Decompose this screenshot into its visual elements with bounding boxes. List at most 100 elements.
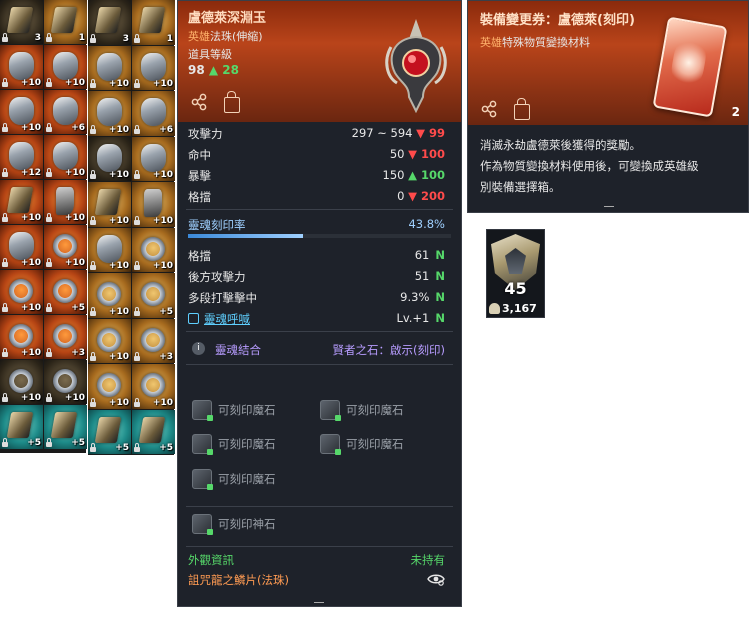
inventory-slot[interactable]: +5: [88, 409, 131, 454]
inventory-slot[interactable]: +10: [0, 225, 43, 269]
inventory-grid-right: 3 1 +10 +10 +10 +6 +10 +10 +10 +10 +10 +10 +10 +5 +10 +…: [88, 0, 175, 455]
socket-slot[interactable]: 可刻印魔石: [320, 434, 404, 455]
slot-count: +6: [71, 123, 85, 133]
inventory-slot[interactable]: +10: [132, 136, 175, 181]
inventory-slot[interactable]: +10: [88, 318, 131, 363]
socket-slot[interactable]: 可刻印魔石: [192, 434, 276, 455]
inventory-slot[interactable]: +6: [44, 90, 87, 134]
wings-icon: [53, 52, 78, 80]
inventory-slot[interactable]: +10: [44, 45, 87, 89]
inventory-slot[interactable]: +10: [0, 270, 43, 314]
soul-call-link[interactable]: 靈魂呼喊: [204, 312, 250, 326]
slot-count: +10: [64, 78, 85, 88]
lock-icon: [2, 393, 8, 402]
slot-count: +5: [159, 443, 173, 453]
inventory-slot[interactable]: +6: [132, 91, 175, 136]
inventory-slot[interactable]: +10: [0, 315, 43, 359]
ring-icon: [53, 279, 77, 303]
inventory-slot[interactable]: 1: [44, 0, 87, 44]
inventory-slot[interactable]: +3: [132, 318, 175, 363]
inventory-slot[interactable]: +10: [88, 91, 131, 136]
lock-icon: [2, 438, 8, 447]
soul-stat-row: 後方攻擊力 51 N: [178, 265, 461, 286]
soul-call-row[interactable]: 靈魂呼喊 Lv.+1 N: [178, 307, 461, 328]
soul-rate-bar: [188, 234, 451, 238]
lock-icon[interactable]: [514, 98, 530, 120]
inventory-slot[interactable]: 3: [88, 0, 131, 45]
claw-icon: [138, 416, 166, 443]
inventory-slot[interactable]: +10: [88, 136, 131, 181]
inventory-slot[interactable]: +10: [132, 182, 175, 227]
preview-eye-icon[interactable]: [427, 572, 445, 586]
inventory-slot[interactable]: +10: [0, 180, 43, 224]
armor-icon: [9, 52, 34, 80]
inventory-slot[interactable]: +5: [44, 270, 87, 314]
inventory-slot[interactable]: +10: [88, 227, 131, 272]
socket-label: 可刻印魔石: [218, 403, 276, 417]
scroll-handle-icon[interactable]: [314, 602, 324, 607]
inventory-slot[interactable]: +5: [0, 405, 43, 449]
lock-icon: [46, 123, 52, 132]
inventory-slot[interactable]: +10: [88, 182, 131, 227]
inventory-slot[interactable]: +10: [88, 45, 131, 90]
ring-icon: [97, 327, 121, 352]
god-socket-label: 可刻印神石: [218, 517, 276, 531]
inventory-slot[interactable]: +10: [132, 364, 175, 409]
voucher-header: 裝備變更券：盧德萊(刻印) 英雄特殊物質變換材料 2: [468, 1, 748, 125]
character-emblem[interactable]: 45 3,167: [486, 229, 545, 318]
inventory-slot[interactable]: +10: [88, 273, 131, 318]
slot-count: +10: [20, 213, 41, 223]
boot-icon: [144, 189, 162, 217]
inventory-slot[interactable]: +10: [132, 227, 175, 272]
inventory-slot[interactable]: +3: [44, 315, 87, 359]
stat-value: 150: [382, 168, 405, 182]
soul-call-value: Lv.+1: [396, 311, 430, 325]
socket-label: 可刻印魔石: [346, 403, 404, 417]
lock-icon: [46, 78, 52, 87]
slot-count: +5: [71, 438, 85, 448]
slot-count: +10: [64, 258, 85, 268]
inventory-slot[interactable]: +10: [44, 180, 87, 224]
inventory-slot[interactable]: +10: [0, 90, 43, 134]
inventory-slot[interactable]: 1: [132, 0, 175, 45]
god-socket-slot[interactable]: 可刻印神石: [192, 514, 276, 535]
soul-stat-value: 51: [414, 269, 430, 283]
stat-value: 297 ~ 594: [351, 126, 413, 140]
soul-rate-label: 靈魂刻印率: [188, 218, 246, 232]
item-type: 英雄法珠(伸縮): [188, 28, 263, 44]
gauntlet-icon: [141, 143, 166, 172]
lock-icon[interactable]: [224, 91, 240, 113]
share-icon[interactable]: [190, 93, 208, 111]
share-icon[interactable]: [480, 100, 498, 118]
inventory-slot[interactable]: +10: [132, 45, 175, 90]
inventory-slot[interactable]: +12: [0, 135, 43, 179]
ring-icon: [141, 327, 165, 352]
lock-icon: [2, 33, 8, 42]
inventory-slot[interactable]: +10: [88, 364, 131, 409]
inventory-slot[interactable]: +5: [132, 273, 175, 318]
soul-stat-label: 多段打擊擊中: [188, 291, 257, 305]
inventory-slot[interactable]: 3: [0, 0, 43, 44]
socket-slot[interactable]: 可刻印魔石: [192, 400, 276, 421]
slot-count: +5: [27, 438, 41, 448]
soul-call-badge: N: [435, 311, 445, 325]
scroll-handle-icon[interactable]: [604, 206, 614, 210]
voucher-type-text: 特殊物質變換材料: [502, 36, 590, 49]
inventory-slot[interactable]: +10: [0, 360, 43, 404]
claw-icon: [94, 189, 122, 215]
soul-stat-row: 格擋 61 N: [178, 244, 461, 265]
socket-slot[interactable]: 可刻印魔石: [320, 400, 404, 421]
inventory-slot[interactable]: +10: [0, 45, 43, 89]
inventory-slot[interactable]: +5: [44, 405, 87, 449]
inventory-slot[interactable]: +10: [44, 360, 87, 404]
inventory-slot[interactable]: +5: [132, 409, 175, 454]
slot-count: 3: [34, 33, 41, 43]
inventory-slot[interactable]: +10: [44, 135, 87, 179]
socket-slot[interactable]: 可刻印魔石: [192, 469, 276, 490]
stats-list: 攻擊力 297 ~ 594 ▼ 99 命中 50 ▼ 100 暴擊 150 ▲ 100 格擋…: [178, 122, 461, 206]
stat-value-group: 0 ▼ 200: [397, 189, 445, 203]
socket-list: 可刻印魔石 可刻印魔石 可刻印魔石 可刻印魔石 可刻印魔石: [178, 396, 461, 496]
stat-delta: ▼ 100: [408, 147, 445, 161]
inventory-slot[interactable]: +10: [44, 225, 87, 269]
slot-count: +3: [159, 352, 173, 362]
